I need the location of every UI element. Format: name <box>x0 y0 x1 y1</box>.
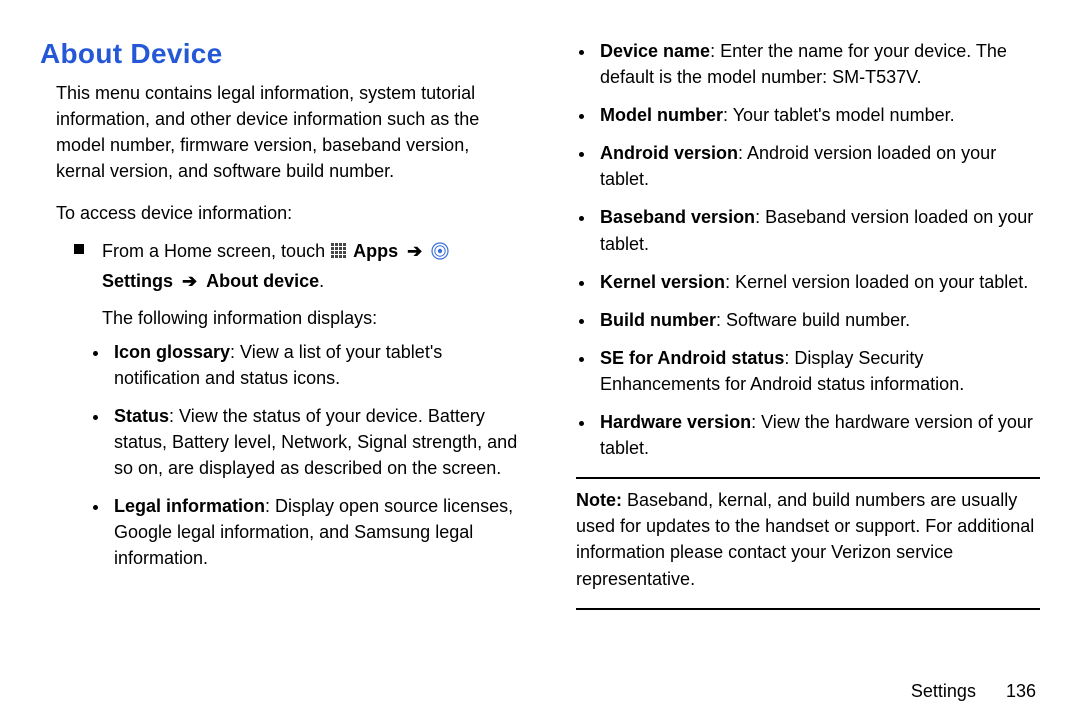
note-text: Baseband, kernal, and build numbers are … <box>576 490 1034 588</box>
right-column: Device name: Enter the name for your dev… <box>540 38 1040 680</box>
left-bullet-list: Icon glossary: View a list of your table… <box>110 339 522 572</box>
list-item: Kernel version: Kernel version loaded on… <box>596 269 1040 295</box>
list-item: SE for Android status: Display Security … <box>596 345 1040 397</box>
settings-gear-icon <box>431 241 449 267</box>
list-item-label: SE for Android status <box>600 348 784 368</box>
footer-page-number: 136 <box>1006 681 1036 701</box>
nav-settings-label: Settings <box>102 271 173 291</box>
note-rule-top <box>576 477 1040 479</box>
list-item: Device name: Enter the name for your dev… <box>596 38 1040 90</box>
nav-apps-label: Apps <box>353 241 398 261</box>
list-item: Status: View the status of your device. … <box>110 403 522 481</box>
list-item-desc: : Kernel version loaded on your tablet. <box>725 272 1028 292</box>
list-item-desc: : Software build number. <box>716 310 910 330</box>
list-item: Hardware version: View the hardware vers… <box>596 409 1040 461</box>
list-item-label: Build number <box>600 310 716 330</box>
arrow-icon-2: ➔ <box>178 271 201 291</box>
footer-section: Settings <box>911 681 976 701</box>
list-item: Icon glossary: View a list of your table… <box>110 339 522 391</box>
right-bullet-list: Device name: Enter the name for your dev… <box>596 38 1040 461</box>
nav-path: From a Home screen, touch Apps ➔ <box>74 238 522 293</box>
list-item: Baseband version: Baseband version loade… <box>596 204 1040 256</box>
page-footer: Settings 136 <box>911 681 1036 702</box>
left-column: About Device This menu contains legal in… <box>40 38 540 680</box>
apps-grid-icon <box>330 241 348 267</box>
list-item-desc: : Your tablet's model number. <box>723 105 955 125</box>
nav-path-text: From a Home screen, touch Apps ➔ <box>102 238 522 293</box>
list-item-label: Baseband version <box>600 207 755 227</box>
note-paragraph: Note: Baseband, kernal, and build number… <box>576 487 1040 591</box>
list-item-label: Device name <box>600 41 710 61</box>
nav-prefix: From a Home screen, touch <box>102 241 330 261</box>
list-item-label: Status <box>114 406 169 426</box>
list-item: Build number: Software build number. <box>596 307 1040 333</box>
list-item-desc: : View the status of your device. Batter… <box>114 406 517 478</box>
list-item-label: Legal information <box>114 496 265 516</box>
intro-paragraph: This menu contains legal information, sy… <box>56 80 522 184</box>
list-item-label: Icon glossary <box>114 342 230 362</box>
nav-about-label: About device <box>206 271 319 291</box>
list-item-label: Model number <box>600 105 723 125</box>
note-rule-bottom <box>576 608 1040 610</box>
list-item-label: Android version <box>600 143 738 163</box>
square-bullet-icon <box>74 244 84 254</box>
list-item: Legal information: Display open source l… <box>110 493 522 571</box>
access-line: To access device information: <box>56 200 522 226</box>
arrow-icon: ➔ <box>403 241 426 261</box>
list-item-label: Hardware version <box>600 412 751 432</box>
note-label: Note: <box>576 490 622 510</box>
list-item: Android version: Android version loaded … <box>596 140 1040 192</box>
following-line: The following information displays: <box>102 308 522 329</box>
page-heading: About Device <box>40 38 522 70</box>
nav-period: . <box>319 271 324 291</box>
list-item: Model number: Your tablet's model number… <box>596 102 1040 128</box>
list-item-label: Kernel version <box>600 272 725 292</box>
